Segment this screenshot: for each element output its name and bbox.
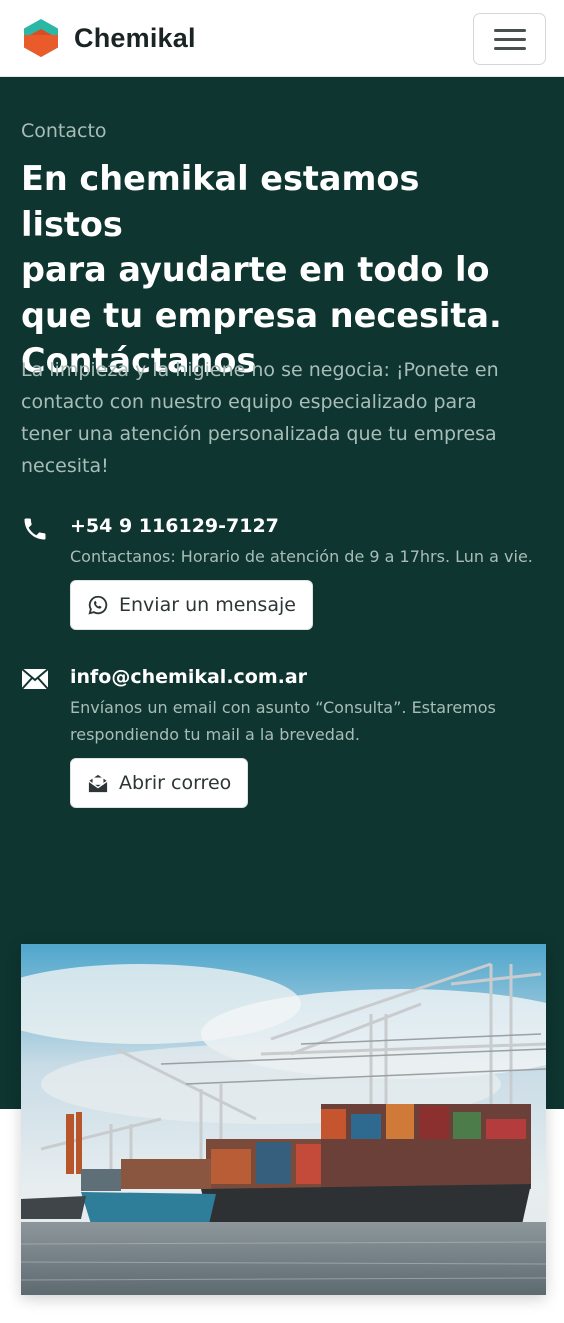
title-line: para ayudarte en todo lo [21, 250, 490, 289]
open-envelope-icon [88, 774, 108, 793]
brand-name: Chemikal [74, 22, 196, 53]
section-kicker: Contacto [21, 120, 107, 142]
send-message-label: Enviar un mensaje [119, 594, 296, 616]
send-message-button[interactable]: Enviar un mensaje [70, 580, 313, 630]
email-description: Envíanos un email con asunto “Consulta”.… [70, 694, 550, 748]
page-title: En chemikal estamos listos para ayudarte… [21, 156, 531, 384]
envelope-icon [21, 668, 49, 690]
email-description-line: Envíanos un email con asunto “Consulta”.… [70, 698, 496, 717]
open-mail-label: Abrir correo [119, 772, 232, 794]
lead-line: necesita! [21, 455, 109, 477]
open-mail-button[interactable]: Abrir correo [70, 758, 249, 808]
phone-icon [24, 518, 46, 540]
navbar: Chemikal [0, 0, 564, 77]
title-line: que tu empresa necesita. [21, 295, 502, 335]
brand-link[interactable]: Chemikal [22, 18, 196, 58]
lead-line: tener una atención personalizada que tu … [21, 423, 497, 445]
hexagon-logo-icon [24, 19, 58, 57]
email-description-line: respondiendo tu mail a la brevedad. [70, 725, 360, 744]
lead-paragraph: La limpieza y la higiene no se negocia: … [21, 354, 521, 482]
email-address: info@chemikal.com.ar [70, 666, 308, 688]
phone-number: +54 9 116129-7127 [70, 515, 279, 537]
menu-toggle-button[interactable] [473, 13, 546, 65]
lead-line: contacto con nuestro equipo especializad… [21, 391, 477, 413]
whatsapp-icon [88, 595, 108, 615]
phone-description: Contactanos: Horario de atención de 9 a … [70, 547, 533, 566]
title-line: En chemikal estamos listos [21, 159, 420, 244]
lead-line: La limpieza y la higiene no se negocia: … [21, 359, 499, 381]
cargo-ship-photo [21, 944, 546, 1295]
